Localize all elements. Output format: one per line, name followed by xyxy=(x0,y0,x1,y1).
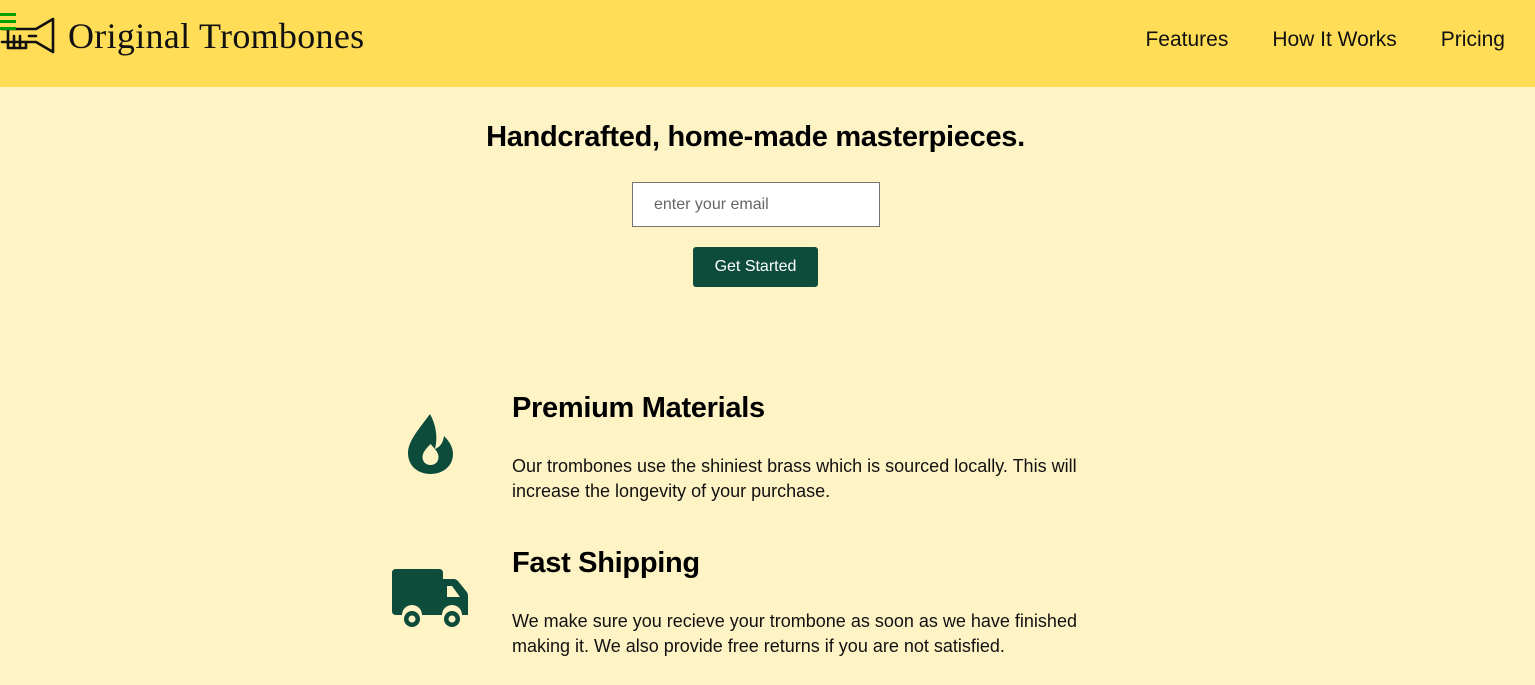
flame-icon xyxy=(408,414,453,474)
feature-title-fast-shipping: Fast Shipping xyxy=(512,547,700,579)
get-started-button[interactable]: Get Started xyxy=(693,247,818,287)
nav-link-how-it-works[interactable]: How It Works xyxy=(1272,28,1396,52)
nav-link-features[interactable]: Features xyxy=(1145,28,1228,52)
main-nav: Features How It Works Pricing xyxy=(1145,28,1505,52)
feature-desc-fast-shipping: We make sure you recieve your trombone a… xyxy=(512,611,1077,656)
nav-link-pricing[interactable]: Pricing xyxy=(1441,28,1505,52)
hamburger-menu-icon[interactable] xyxy=(0,12,18,32)
truck-icon xyxy=(392,569,468,627)
site-header: Original Trombones Features How It Works… xyxy=(0,0,1535,87)
feature-desc-premium-materials: Our trombones use the shiniest brass whi… xyxy=(512,456,1077,501)
brand-logo[interactable]: Original Trombones xyxy=(0,10,364,62)
feature-title-premium-materials: Premium Materials xyxy=(512,392,765,424)
email-input[interactable] xyxy=(632,182,880,227)
hero-title: Handcrafted, home-made masterpieces. xyxy=(486,121,1025,153)
brand-name: Original Trombones xyxy=(68,16,365,56)
